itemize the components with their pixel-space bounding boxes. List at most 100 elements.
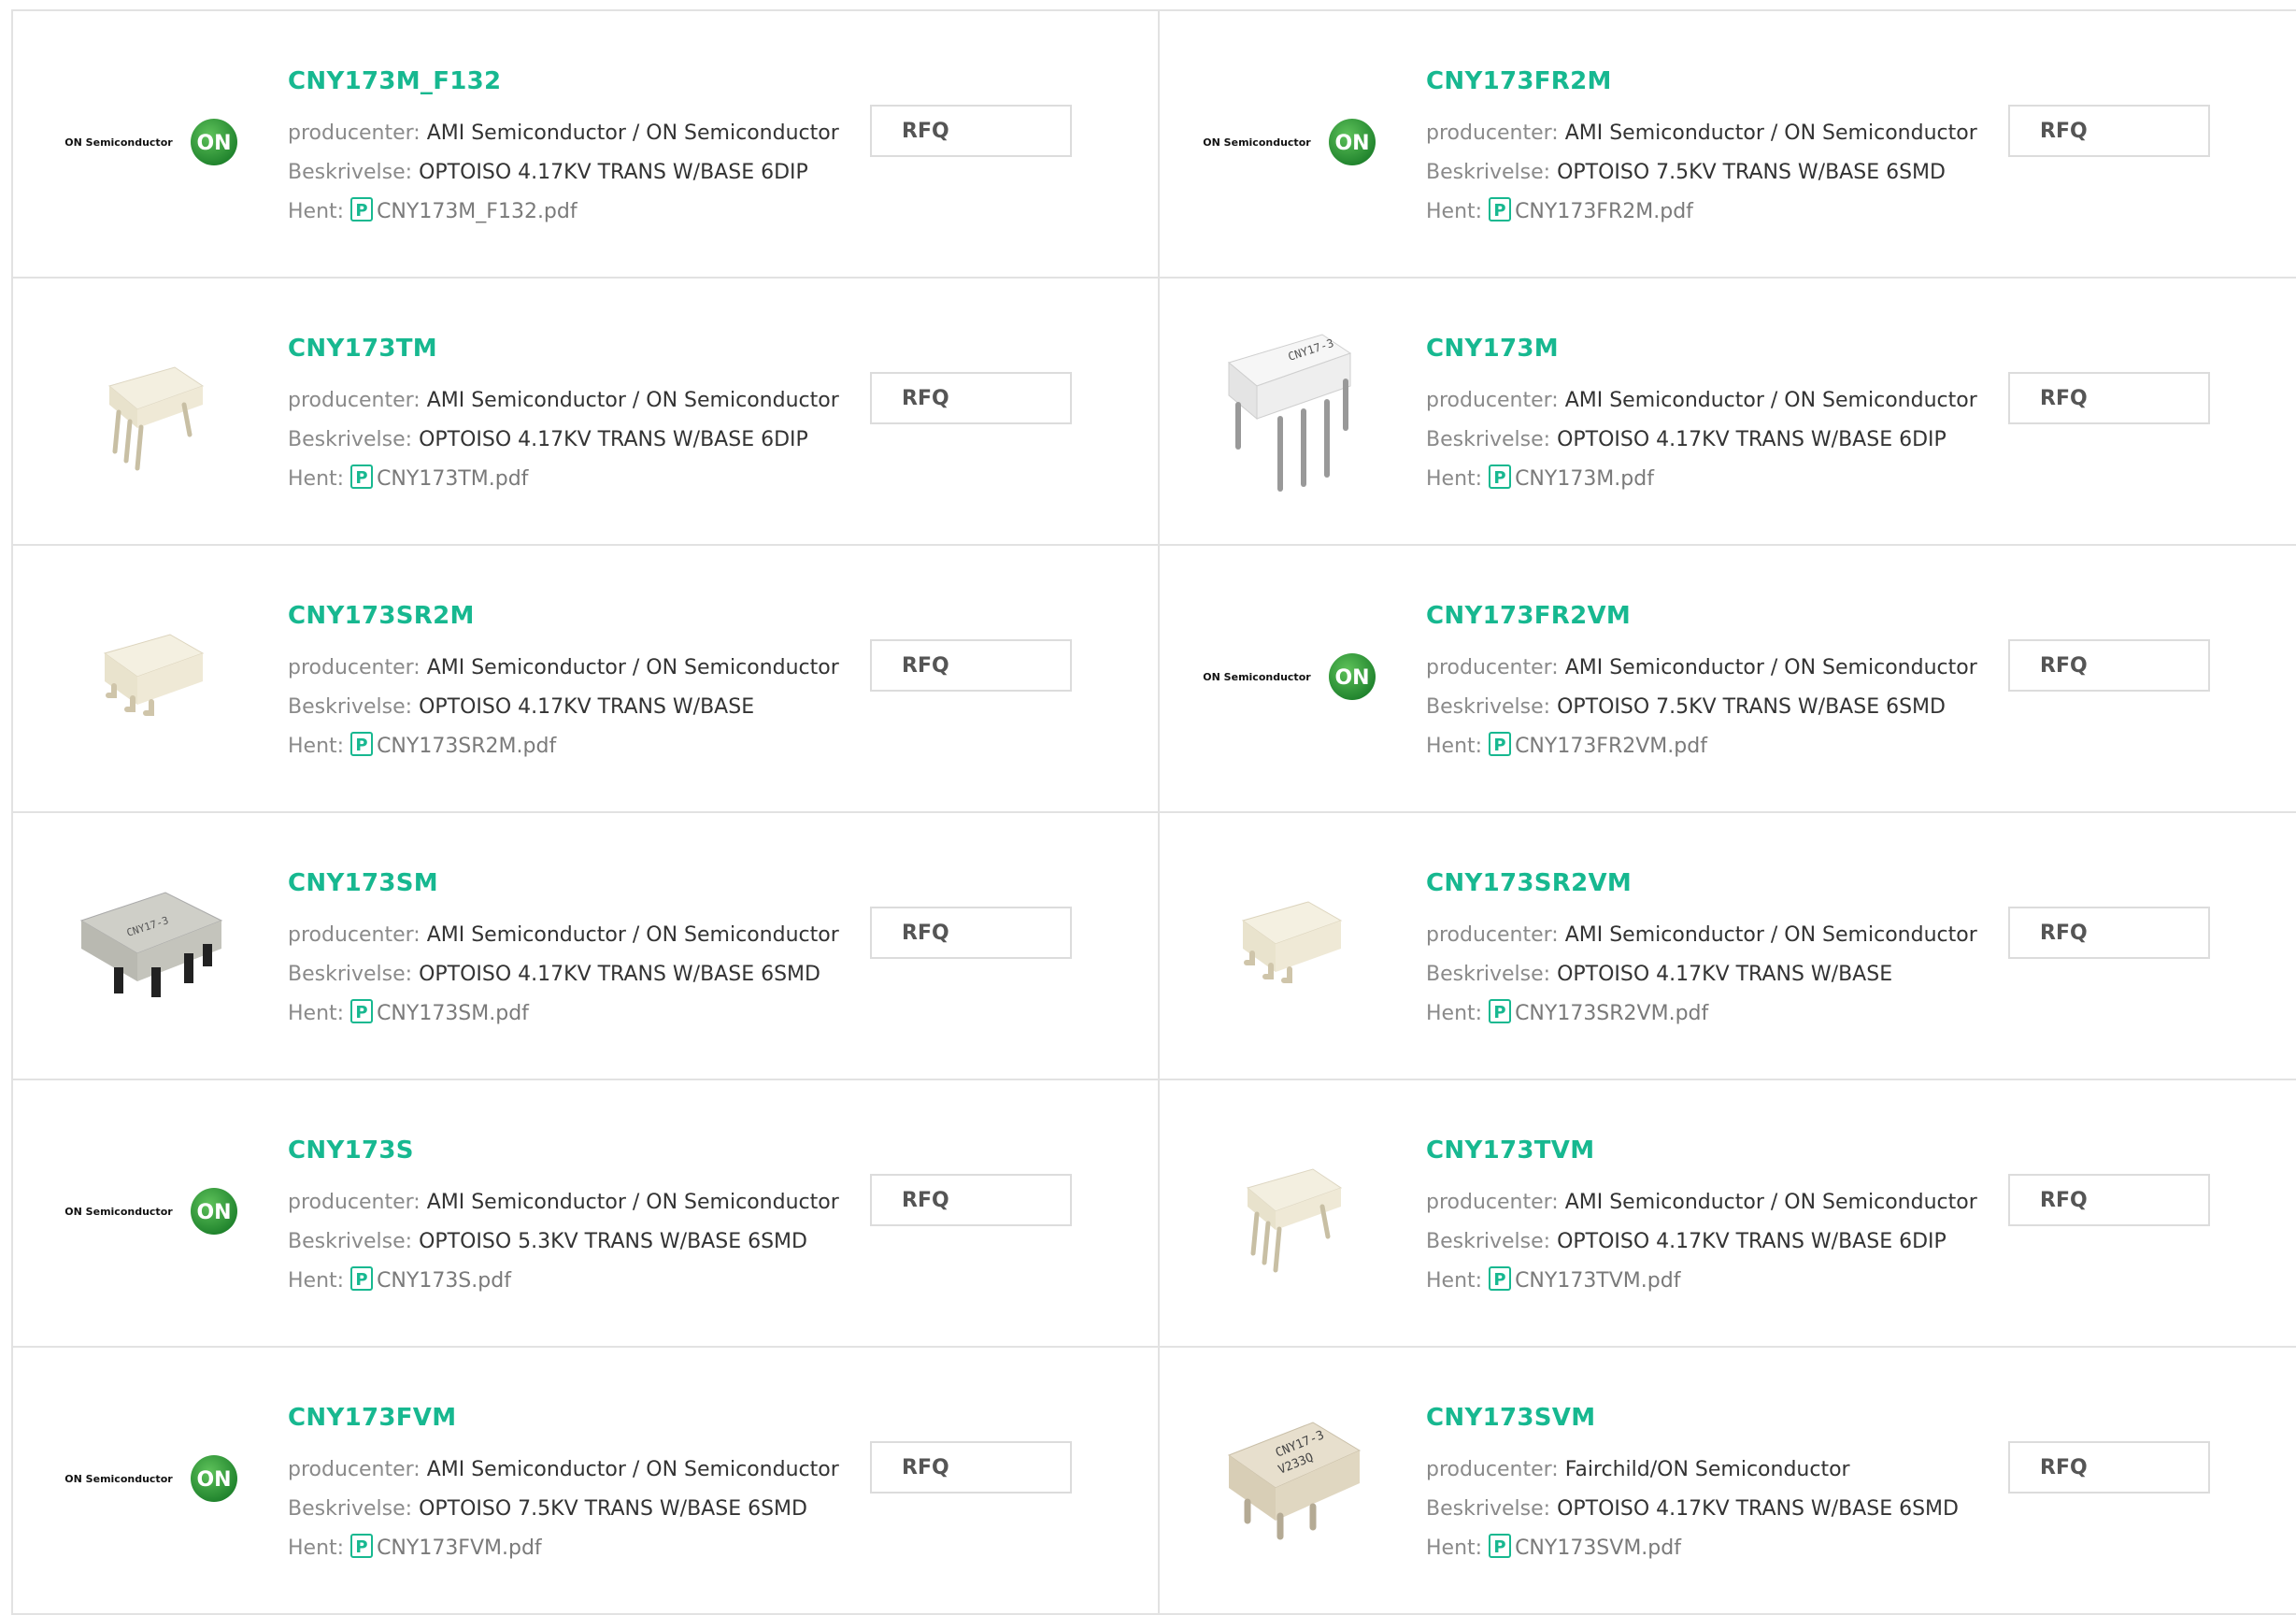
description-row: Beskrivelse: OPTOISO 7.5KV TRANS W/BASE … <box>1426 688 2005 727</box>
download-row: Hent: P CNY173SM.pdf <box>288 994 867 1034</box>
part-number-link[interactable]: CNY173SM <box>288 869 867 897</box>
rfq-button[interactable]: RFQ <box>870 907 1072 959</box>
product-image[interactable]: ON Semiconductor ON <box>1196 583 1383 770</box>
rfq-button[interactable]: RFQ <box>870 1174 1072 1226</box>
product-image[interactable] <box>58 583 245 770</box>
rfq-button[interactable]: RFQ <box>2008 1441 2210 1494</box>
rfq-button[interactable]: RFQ <box>2008 639 2210 692</box>
rfq-button[interactable]: RFQ <box>870 639 1072 692</box>
on-semiconductor-logo: ON Semiconductor ON <box>1203 118 1376 166</box>
manufacturer-row: producenter: AMI Semiconductor / ON Semi… <box>1426 649 2005 688</box>
product-image[interactable] <box>1196 1118 1383 1305</box>
download-label: Hent: <box>288 200 351 223</box>
description-value: OPTOISO 5.3KV TRANS W/BASE 6SMD <box>419 1230 807 1253</box>
product-image[interactable]: CNY17-3 <box>58 850 245 1037</box>
part-number-link[interactable]: CNY173TM <box>288 335 867 363</box>
product-image[interactable]: ON Semiconductor ON <box>58 1118 245 1305</box>
part-number-link[interactable]: CNY173FR2M <box>1426 67 2005 95</box>
manufacturer-label: producenter: <box>288 389 427 412</box>
svg-text:P: P <box>355 201 367 221</box>
svg-text:ON: ON <box>196 1201 231 1224</box>
manufacturer-label: producenter: <box>288 1458 427 1481</box>
part-number-link[interactable]: CNY173SR2VM <box>1426 869 2005 897</box>
svg-text:ON: ON <box>1334 132 1369 155</box>
product-card: CNY173SR2M producenter: AMI Semiconducto… <box>13 546 1160 813</box>
product-image[interactable]: ON Semiconductor ON <box>58 49 245 236</box>
manufacturer-row: producenter: AMI Semiconductor / ON Semi… <box>288 114 867 153</box>
datasheet-link[interactable]: P CNY173TVM.pdf <box>1489 1266 1680 1293</box>
rfq-button[interactable]: RFQ <box>870 1441 1072 1494</box>
product-image[interactable]: CNY17-3 V233Q <box>1196 1385 1383 1572</box>
product-info: CNY173S producenter: AMI Semiconductor /… <box>288 1136 867 1301</box>
part-number-link[interactable]: CNY173M <box>1426 335 2005 363</box>
datasheet-link[interactable]: P CNY173SVM.pdf <box>1489 1534 1681 1560</box>
datasheet-link[interactable]: P CNY173SM.pdf <box>350 999 529 1025</box>
product-card: CNY17-3 CNY173SM producenter: AMI Semico… <box>13 813 1160 1080</box>
part-number-link[interactable]: CNY173FR2VM <box>1426 602 2005 630</box>
svg-text:P: P <box>1493 736 1505 755</box>
rfq-button[interactable]: RFQ <box>2008 372 2210 424</box>
product-image[interactable]: ON Semiconductor ON <box>58 1385 245 1572</box>
product-image[interactable]: CNY17-3 <box>1196 316 1383 503</box>
rfq-button[interactable]: RFQ <box>2008 1174 2210 1226</box>
rfq-button[interactable]: RFQ <box>870 105 1072 157</box>
description-label: Beskrivelse: <box>1426 1230 1558 1253</box>
part-number-link[interactable]: CNY173TVM <box>1426 1136 2005 1165</box>
svg-text:P: P <box>1493 468 1505 488</box>
manufacturer-row: producenter: AMI Semiconductor / ON Semi… <box>288 1451 867 1490</box>
product-image[interactable] <box>58 316 245 503</box>
product-info: CNY173SR2VM producenter: AMI Semiconduct… <box>1426 869 2005 1034</box>
datasheet-link[interactable]: P CNY173M.pdf <box>1489 464 1654 491</box>
pdf-icon: P <box>350 732 374 756</box>
download-row: Hent: P CNY173FVM.pdf <box>288 1529 867 1568</box>
download-label: Hent: <box>1426 735 1490 758</box>
product-card: ON Semiconductor ON CNY173FR2M producent… <box>1160 11 2296 279</box>
datasheet-link[interactable]: P CNY173FVM.pdf <box>350 1534 542 1560</box>
product-image[interactable] <box>1196 850 1383 1037</box>
manufacturer-row: producenter: AMI Semiconductor / ON Semi… <box>288 381 867 421</box>
datasheet-link[interactable]: P CNY173FR2VM.pdf <box>1489 732 1707 758</box>
part-number-link[interactable]: CNY173M_F132 <box>288 67 867 95</box>
pdf-icon: P <box>1489 197 1512 222</box>
pdf-icon: P <box>1489 1534 1512 1558</box>
description-row: Beskrivelse: OPTOISO 4.17KV TRANS W/BASE <box>1426 955 2005 994</box>
description-value: OPTOISO 4.17KV TRANS W/BASE 6DIP <box>419 161 808 184</box>
part-number-link[interactable]: CNY173FVM <box>288 1404 867 1432</box>
part-number-link[interactable]: CNY173S <box>288 1136 867 1165</box>
product-info: CNY173M producenter: AMI Semiconductor /… <box>1426 335 2005 499</box>
product-info: CNY173FR2VM producenter: AMI Semiconduct… <box>1426 602 2005 766</box>
rfq-button[interactable]: RFQ <box>870 372 1072 424</box>
download-row: Hent: P CNY173TM.pdf <box>288 460 867 499</box>
product-card: CNY173SR2VM producenter: AMI Semiconduct… <box>1160 813 2296 1080</box>
description-row: Beskrivelse: OPTOISO 7.5KV TRANS W/BASE … <box>288 1490 867 1529</box>
description-row: Beskrivelse: OPTOISO 4.17KV TRANS W/BASE… <box>288 955 867 994</box>
manufacturer-label: producenter: <box>1426 923 1565 947</box>
rfq-button[interactable]: RFQ <box>2008 907 2210 959</box>
datasheet-link[interactable]: P CNY173S.pdf <box>350 1266 511 1293</box>
rfq-button[interactable]: RFQ <box>2008 105 2210 157</box>
download-label: Hent: <box>1426 1536 1490 1560</box>
on-semiconductor-logo: ON Semiconductor ON <box>64 118 237 166</box>
datasheet-filename: CNY173FVM.pdf <box>377 1536 542 1560</box>
product-card: CNY173TVM producenter: AMI Semiconductor… <box>1160 1080 2296 1348</box>
product-card: ON Semiconductor ON CNY173S producenter:… <box>13 1080 1160 1348</box>
part-number-link[interactable]: CNY173SR2M <box>288 602 867 630</box>
datasheet-filename: CNY173S.pdf <box>377 1269 511 1293</box>
datasheet-link[interactable]: P CNY173M_F132.pdf <box>350 197 578 223</box>
description-value: OPTOISO 4.17KV TRANS W/BASE 6SMD <box>1557 1497 1959 1521</box>
svg-text:ON: ON <box>1334 666 1369 690</box>
manufacturer-value: AMI Semiconductor / ON Semiconductor <box>426 656 839 679</box>
datasheet-link[interactable]: P CNY173TM.pdf <box>350 464 528 491</box>
product-image[interactable]: ON Semiconductor ON <box>1196 49 1383 236</box>
datasheet-link[interactable]: P CNY173SR2VM.pdf <box>1489 999 1709 1025</box>
description-value: OPTOISO 4.17KV TRANS W/BASE <box>419 695 755 719</box>
smd-chip-image: CNY17-3 <box>79 892 223 997</box>
datasheet-link[interactable]: P CNY173FR2M.pdf <box>1489 197 1693 223</box>
datasheet-link[interactable]: P CNY173SR2M.pdf <box>350 732 556 758</box>
dip-chip-image: CNY17-3 <box>1227 334 1352 492</box>
datasheet-filename: CNY173SR2VM.pdf <box>1515 1002 1709 1025</box>
part-number-link[interactable]: CNY173SVM <box>1426 1404 2005 1432</box>
on-semiconductor-logo: ON Semiconductor ON <box>1203 652 1376 701</box>
on-semiconductor-logo: ON Semiconductor ON <box>64 1187 237 1236</box>
dip-chip-image <box>1246 1168 1343 1273</box>
